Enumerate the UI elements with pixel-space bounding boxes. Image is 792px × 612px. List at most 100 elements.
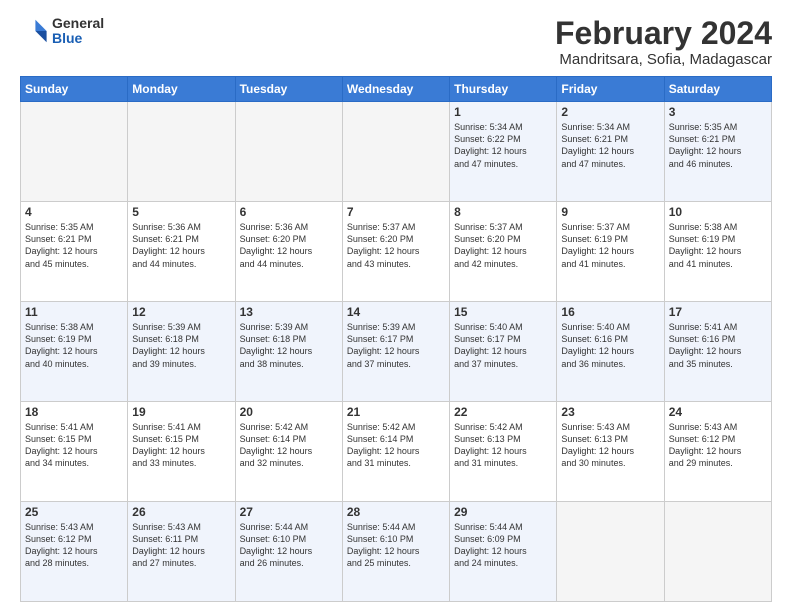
- day-info: Sunrise: 5:37 AM Sunset: 6:20 PM Dayligh…: [347, 221, 445, 270]
- day-number: 5: [132, 205, 230, 219]
- calendar-day-header: Wednesday: [342, 77, 449, 102]
- day-info: Sunrise: 5:36 AM Sunset: 6:21 PM Dayligh…: [132, 221, 230, 270]
- logo-blue: Blue: [52, 31, 104, 46]
- calendar-cell: 18Sunrise: 5:41 AM Sunset: 6:15 PM Dayli…: [21, 402, 128, 502]
- calendar-cell: 1 Sunrise: 5:34 AM Sunset: 6:22 PM Daylig…: [450, 102, 557, 202]
- day-info: Sunrise: 5:35 AM Sunset: 6:21 PM Dayligh…: [669, 121, 767, 170]
- day-number: 19: [132, 405, 230, 419]
- day-info: Sunrise: 5:34 AM Sunset: 6:21 PM Dayligh…: [561, 121, 659, 170]
- calendar-cell: 2 Sunrise: 5:34 AM Sunset: 6:21 PM Daylig…: [557, 102, 664, 202]
- calendar-cell: [342, 102, 449, 202]
- day-number: 28: [347, 505, 445, 519]
- day-number: 23: [561, 405, 659, 419]
- calendar-day-header: Tuesday: [235, 77, 342, 102]
- calendar-cell: 27Sunrise: 5:44 AM Sunset: 6:10 PM Dayli…: [235, 502, 342, 602]
- day-info: Sunrise: 5:37 AM Sunset: 6:20 PM Dayligh…: [454, 221, 552, 270]
- day-info: Sunrise: 5:36 AM Sunset: 6:20 PM Dayligh…: [240, 221, 338, 270]
- day-number: 11: [25, 305, 123, 319]
- calendar-day-header: Sunday: [21, 77, 128, 102]
- calendar-table: SundayMondayTuesdayWednesdayThursdayFrid…: [20, 76, 772, 602]
- day-number: 16: [561, 305, 659, 319]
- calendar-cell: 11 Sunrise: 5:38 AM Sunset: 6:19 PM Dayli…: [21, 302, 128, 402]
- day-info: Sunrise: 5:37 AM Sunset: 6:19 PM Dayligh…: [561, 221, 659, 270]
- day-number: 25: [25, 505, 123, 519]
- calendar-cell: 4Sunrise: 5:35 AM Sunset: 6:21 PM Daylig…: [21, 202, 128, 302]
- calendar-header-row: SundayMondayTuesdayWednesdayThursdayFrid…: [21, 77, 772, 102]
- calendar-cell: 22 Sunrise: 5:42 AM Sunset: 6:13 PM Dayli…: [450, 402, 557, 502]
- calendar-cell: 7 Sunrise: 5:37 AM Sunset: 6:20 PM Daylig…: [342, 202, 449, 302]
- day-number: 21: [347, 405, 445, 419]
- calendar-day-header: Thursday: [450, 77, 557, 102]
- day-info: Sunrise: 5:34 AM Sunset: 6:22 PM Dayligh…: [454, 121, 552, 170]
- calendar-cell: [235, 102, 342, 202]
- day-number: 17: [669, 305, 767, 319]
- day-info: Sunrise: 5:40 AM Sunset: 6:17 PM Dayligh…: [454, 321, 552, 370]
- calendar-cell: 28 Sunrise: 5:44 AM Sunset: 6:10 PM Dayli…: [342, 502, 449, 602]
- day-info: Sunrise: 5:39 AM Sunset: 6:18 PM Dayligh…: [132, 321, 230, 370]
- calendar-cell: 5 Sunrise: 5:36 AM Sunset: 6:21 PM Daylig…: [128, 202, 235, 302]
- calendar-cell: 13 Sunrise: 5:39 AM Sunset: 6:18 PM Dayli…: [235, 302, 342, 402]
- calendar-cell: [557, 502, 664, 602]
- calendar-day-header: Monday: [128, 77, 235, 102]
- day-number: 2: [561, 105, 659, 119]
- day-number: 20: [240, 405, 338, 419]
- logo-text: General Blue: [52, 16, 104, 47]
- day-info: Sunrise: 5:43 AM Sunset: 6:12 PM Dayligh…: [25, 521, 123, 570]
- day-number: 10: [669, 205, 767, 219]
- calendar-cell: 19 Sunrise: 5:41 AM Sunset: 6:15 PM Dayli…: [128, 402, 235, 502]
- calendar-cell: 17Sunrise: 5:41 AM Sunset: 6:16 PM Dayli…: [664, 302, 771, 402]
- calendar-cell: 12 Sunrise: 5:39 AM Sunset: 6:18 PM Dayli…: [128, 302, 235, 402]
- day-info: Sunrise: 5:41 AM Sunset: 6:15 PM Dayligh…: [132, 421, 230, 470]
- calendar-cell: 15 Sunrise: 5:40 AM Sunset: 6:17 PM Dayli…: [450, 302, 557, 402]
- day-number: 12: [132, 305, 230, 319]
- logo-icon: [20, 17, 48, 45]
- day-info: Sunrise: 5:43 AM Sunset: 6:12 PM Dayligh…: [669, 421, 767, 470]
- title-block: February 2024 Mandritsara, Sofia, Madaga…: [555, 16, 772, 68]
- calendar-cell: 16 Sunrise: 5:40 AM Sunset: 6:16 PM Dayli…: [557, 302, 664, 402]
- day-info: Sunrise: 5:42 AM Sunset: 6:13 PM Dayligh…: [454, 421, 552, 470]
- calendar-cell: [664, 502, 771, 602]
- calendar-week-row: 4Sunrise: 5:35 AM Sunset: 6:21 PM Daylig…: [21, 202, 772, 302]
- day-number: 29: [454, 505, 552, 519]
- calendar-cell: 8 Sunrise: 5:37 AM Sunset: 6:20 PM Daylig…: [450, 202, 557, 302]
- logo-general: General: [52, 16, 104, 31]
- day-number: 8: [454, 205, 552, 219]
- subtitle: Mandritsara, Sofia, Madagascar: [555, 51, 772, 68]
- day-info: Sunrise: 5:40 AM Sunset: 6:16 PM Dayligh…: [561, 321, 659, 370]
- calendar-week-row: 18Sunrise: 5:41 AM Sunset: 6:15 PM Dayli…: [21, 402, 772, 502]
- calendar-day-header: Saturday: [664, 77, 771, 102]
- day-number: 15: [454, 305, 552, 319]
- day-info: Sunrise: 5:44 AM Sunset: 6:09 PM Dayligh…: [454, 521, 552, 570]
- day-number: 14: [347, 305, 445, 319]
- day-number: 1: [454, 105, 552, 119]
- day-info: Sunrise: 5:39 AM Sunset: 6:17 PM Dayligh…: [347, 321, 445, 370]
- header: General Blue February 2024 Mandritsara, …: [20, 16, 772, 68]
- calendar-cell: 3 Sunrise: 5:35 AM Sunset: 6:21 PM Daylig…: [664, 102, 771, 202]
- calendar-cell: 24 Sunrise: 5:43 AM Sunset: 6:12 PM Dayli…: [664, 402, 771, 502]
- logo: General Blue: [20, 16, 104, 47]
- calendar-cell: 10Sunrise: 5:38 AM Sunset: 6:19 PM Dayli…: [664, 202, 771, 302]
- day-number: 6: [240, 205, 338, 219]
- calendar-day-header: Friday: [557, 77, 664, 102]
- calendar-cell: 14 Sunrise: 5:39 AM Sunset: 6:17 PM Dayli…: [342, 302, 449, 402]
- calendar-cell: 6 Sunrise: 5:36 AM Sunset: 6:20 PM Daylig…: [235, 202, 342, 302]
- calendar-week-row: 1 Sunrise: 5:34 AM Sunset: 6:22 PM Daylig…: [21, 102, 772, 202]
- calendar-cell: [128, 102, 235, 202]
- calendar-cell: [21, 102, 128, 202]
- day-info: Sunrise: 5:42 AM Sunset: 6:14 PM Dayligh…: [240, 421, 338, 470]
- calendar-cell: 29 Sunrise: 5:44 AM Sunset: 6:09 PM Dayli…: [450, 502, 557, 602]
- main-title: February 2024: [555, 16, 772, 51]
- calendar-cell: 21Sunrise: 5:42 AM Sunset: 6:14 PM Dayli…: [342, 402, 449, 502]
- day-number: 27: [240, 505, 338, 519]
- calendar-cell: 20 Sunrise: 5:42 AM Sunset: 6:14 PM Dayli…: [235, 402, 342, 502]
- day-number: 13: [240, 305, 338, 319]
- day-number: 7: [347, 205, 445, 219]
- day-number: 22: [454, 405, 552, 419]
- day-info: Sunrise: 5:38 AM Sunset: 6:19 PM Dayligh…: [25, 321, 123, 370]
- day-info: Sunrise: 5:39 AM Sunset: 6:18 PM Dayligh…: [240, 321, 338, 370]
- day-number: 9: [561, 205, 659, 219]
- day-number: 3: [669, 105, 767, 119]
- day-number: 24: [669, 405, 767, 419]
- day-info: Sunrise: 5:35 AM Sunset: 6:21 PM Dayligh…: [25, 221, 123, 270]
- day-info: Sunrise: 5:44 AM Sunset: 6:10 PM Dayligh…: [347, 521, 445, 570]
